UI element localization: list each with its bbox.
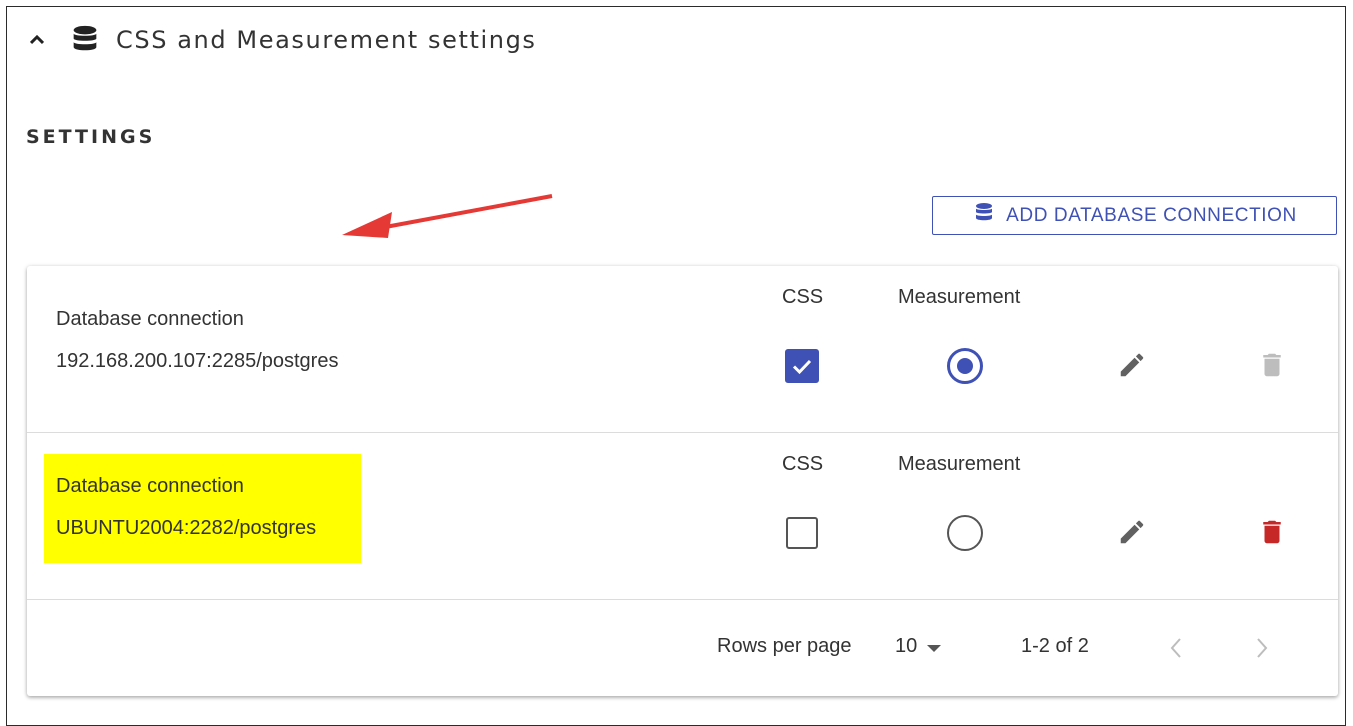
rows-per-page-select[interactable]: 10 — [895, 635, 942, 658]
connection-value: UBUNTU2004:2282/postgres — [56, 517, 317, 539]
chevron-right-icon — [1257, 638, 1268, 658]
database-icon — [972, 201, 996, 231]
add-button-label: ADD DATABASE CONNECTION — [1006, 204, 1297, 226]
measurement-radio[interactable] — [947, 515, 983, 551]
section-title: SETTINGS — [26, 126, 156, 148]
rows-per-page-label: Rows per page — [717, 635, 852, 657]
highlight-annotation — [44, 454, 361, 563]
chevron-left-icon — [1170, 638, 1181, 658]
caret-down-icon — [927, 645, 942, 652]
panel-header[interactable]: CSS and Measurement settings — [26, 22, 537, 58]
edit-icon[interactable] — [1117, 350, 1147, 380]
measurement-column-label: Measurement — [898, 286, 1021, 308]
pagination-footer: Rows per page 10 1-2 of 2 — [27, 601, 1338, 696]
measurement-radio[interactable] — [947, 348, 983, 384]
connection-value: 192.168.200.107:2285/postgres — [56, 350, 339, 372]
css-column-label: CSS — [782, 286, 824, 308]
css-checkbox[interactable] — [785, 349, 819, 383]
delete-icon[interactable] — [1257, 517, 1287, 547]
connection-label: Database connection — [56, 308, 244, 330]
measurement-column-label: Measurement — [898, 453, 1021, 475]
panel-title: CSS and Measurement settings — [116, 26, 537, 54]
add-database-connection-button[interactable]: ADD DATABASE CONNECTION — [932, 196, 1337, 235]
next-page-button[interactable] — [1247, 631, 1277, 665]
previous-page-button[interactable] — [1161, 631, 1191, 665]
table-row: Database connection UBUNTU2004:2282/post… — [27, 433, 1338, 600]
rows-per-page-value: 10 — [895, 635, 918, 657]
css-column-label: CSS — [782, 453, 824, 475]
edit-icon[interactable] — [1117, 517, 1147, 547]
connections-table: Database connection 192.168.200.107:2285… — [27, 266, 1338, 696]
annotation-arrow-icon — [342, 194, 553, 238]
css-checkbox[interactable] — [786, 517, 818, 549]
table-row: Database connection 192.168.200.107:2285… — [27, 266, 1338, 433]
connection-label: Database connection — [56, 475, 244, 497]
page-range: 1-2 of 2 — [1021, 635, 1089, 657]
chevron-up-icon[interactable] — [26, 29, 48, 51]
delete-icon[interactable] — [1257, 350, 1287, 380]
database-icon — [68, 23, 102, 57]
